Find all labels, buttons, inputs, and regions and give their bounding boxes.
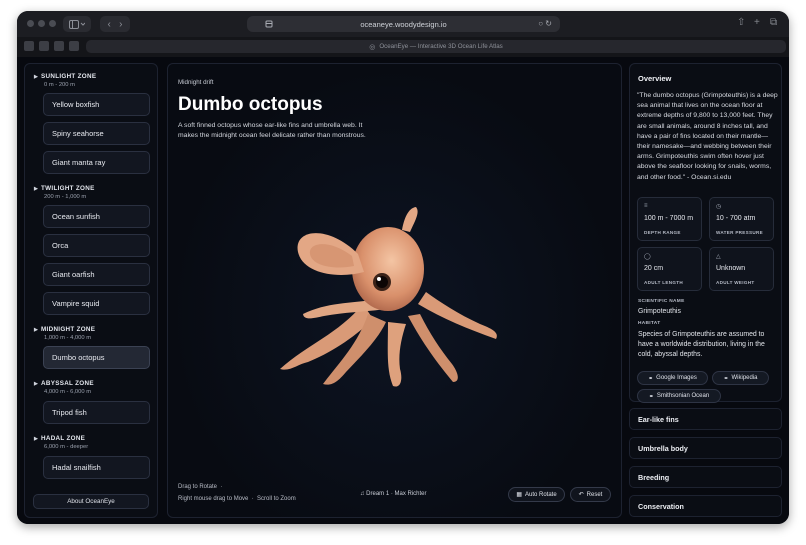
minimize-window-dot[interactable]: [38, 20, 45, 27]
species-button[interactable]: Giant manta ray: [43, 151, 150, 174]
gauge-icon: ◷: [716, 204, 722, 210]
stat-card: ≡ 100 m - 7000 m DEPTH RANGE: [637, 197, 702, 241]
zone-heading[interactable]: ▶ HADAL ZONE: [34, 435, 85, 442]
reset-button[interactable]: ↶ Reset: [570, 487, 611, 502]
zone-marker-icon: ▶: [34, 74, 39, 80]
sidebar-toggle-button[interactable]: [63, 16, 91, 32]
accordion-conservation[interactable]: Conservation: [629, 495, 782, 517]
model-viewer[interactable]: Midnight drift Dumbo octopus A soft finn…: [167, 63, 622, 518]
music-note-icon: ♫: [360, 491, 365, 497]
scientific-name: Grimpoteuthis: [638, 308, 681, 315]
zone-marker-icon: ▶: [34, 186, 39, 192]
reload-icon[interactable]: ○︎ ↻: [538, 19, 552, 28]
zone-heading[interactable]: ▶ SUNLIGHT ZONE: [34, 73, 96, 80]
move-zoom-hint: Right mouse drag to Move · Scroll to Zoo…: [178, 496, 296, 502]
back-forward-buttons[interactable]: ‹ ›: [100, 16, 130, 32]
google-images-link[interactable]: ⚭ Google Images: [637, 371, 708, 385]
pinned-tab-icon[interactable]: [54, 41, 64, 51]
page-content: ▶ SUNLIGHT ZONE 0 m - 200 m Yellow boxfis…: [17, 57, 789, 524]
overview-panel: Overview "The dumbo octopus (Grimpoteuth…: [629, 63, 782, 403]
overview-heading: Overview: [638, 74, 672, 83]
pinned-tab-icon[interactable]: [69, 41, 79, 51]
smithsonian-link[interactable]: ⚭ Smithsonian Ocean: [637, 389, 721, 403]
tab-overview-icon[interactable]: ⧉: [770, 17, 777, 28]
overview-quote: "The dumbo octopus (Grimpoteuthis) is a …: [637, 92, 778, 181]
share-icon[interactable]: ⇧: [737, 17, 745, 28]
zone-kicker: Midnight drift: [178, 79, 214, 86]
accordion-breeding[interactable]: Breeding: [629, 466, 782, 488]
link-icon: ⚭: [723, 375, 729, 382]
undo-icon: ↶: [578, 492, 584, 498]
species-button[interactable]: Spiny seahorse: [43, 122, 150, 145]
zone-range: 0 m - 200 m: [44, 82, 75, 88]
back-icon[interactable]: ‹: [107, 19, 110, 30]
species-button[interactable]: Vampire squid: [43, 292, 150, 315]
zone-range: 4,000 m - 6,000 m: [44, 389, 92, 395]
zoom-window-dot[interactable]: [49, 20, 56, 27]
species-title: Dumbo octopus: [178, 94, 323, 115]
zone-heading[interactable]: ▶ ABYSSAL ZONE: [34, 380, 94, 387]
ruler-icon: ≡: [644, 203, 648, 209]
link-icon: ⚭: [648, 375, 654, 382]
zone-range: 1,000 m - 4,000 m: [44, 335, 92, 341]
stat-card: ◷ 10 - 700 atm WATER PRESSURE: [709, 197, 774, 241]
forward-icon[interactable]: ›: [119, 19, 122, 30]
species-description: A soft finned octopus whose ear-like fin…: [178, 122, 366, 139]
rotate-hint: Drag to Rotate ·: [178, 484, 223, 490]
grid-icon: ▦: [516, 492, 522, 498]
accordion-ear-like-fins[interactable]: Ear-like fins: [629, 408, 782, 430]
species-button[interactable]: Hadal snailfish: [43, 456, 150, 479]
page-settings-icon[interactable]: [265, 20, 273, 28]
zone-heading[interactable]: ▶ TWILIGHT ZONE: [34, 185, 95, 192]
tab-favicon: ◎: [369, 43, 376, 51]
tab-active[interactable]: ◎ OceanEye — Interactive 3D Ocean Life A…: [86, 40, 786, 53]
sidebar-icon: [69, 19, 85, 29]
stat-card: ◯ 20 cm ADULT LENGTH: [637, 247, 702, 291]
zone-marker-icon: ▶: [34, 381, 39, 387]
species-button[interactable]: Yellow boxfish: [43, 93, 150, 116]
auto-rotate-button[interactable]: ▦ Auto Rotate: [508, 487, 565, 502]
pinned-tab-icon[interactable]: [24, 41, 34, 51]
browser-toolbar: ‹ › oceaneye.woodydesign.io ○︎ ↻ ⇧ + ⧉: [17, 11, 789, 37]
habitat-label: HABITAT: [638, 321, 661, 326]
zone-sidebar: ▶ SUNLIGHT ZONE 0 m - 200 m Yellow boxfis…: [24, 63, 158, 518]
zone-marker-icon: ▶: [34, 436, 39, 442]
accordion-umbrella-body[interactable]: Umbrella body: [629, 437, 782, 459]
stat-card: △ Unknown ADULT WEIGHT: [709, 247, 774, 291]
close-window-dot[interactable]: [27, 20, 34, 27]
scientific-name-label: SCIENTIFIC NAME: [638, 299, 685, 304]
species-button[interactable]: Tripod fish: [43, 401, 150, 424]
tab-title: OceanEye — Interactive 3D Ocean Life Atl…: [379, 43, 503, 50]
species-button[interactable]: Orca: [43, 234, 150, 257]
about-button[interactable]: About OceanEye: [33, 494, 149, 509]
wikipedia-link[interactable]: ⚭ Wikipedia: [712, 371, 769, 385]
address-bar[interactable]: oceaneye.woodydesign.io ○︎ ↻: [247, 16, 560, 32]
species-button-active[interactable]: Dumbo octopus: [43, 346, 150, 369]
species-button[interactable]: Giant oarfish: [43, 263, 150, 286]
weight-icon: △: [716, 254, 721, 260]
zone-heading[interactable]: ▶ MIDNIGHT ZONE: [34, 326, 95, 333]
url-text: oceaneye.woodydesign.io: [360, 19, 447, 29]
zone-marker-icon: ▶: [34, 327, 39, 333]
pinned-tab-icon[interactable]: [39, 41, 49, 51]
tag-icon: ◯: [644, 254, 651, 260]
new-tab-icon[interactable]: +: [754, 17, 760, 28]
habitat-text: Species of Grimpoteuthis are assumed to …: [638, 331, 765, 358]
link-icon: ⚭: [648, 393, 654, 400]
zone-range: 6,000 m - deeper: [44, 444, 89, 450]
species-button[interactable]: Ocean sunfish: [43, 205, 150, 228]
tab-bar: ◎ OceanEye — Interactive 3D Ocean Life A…: [17, 37, 789, 57]
music-track[interactable]: ♫ Dream 1 · Max Richter: [360, 491, 427, 497]
dumbo-octopus-model[interactable]: [268, 204, 504, 394]
zone-range: 200 m - 1,000 m: [44, 194, 87, 200]
browser-window: ‹ › oceaneye.woodydesign.io ○︎ ↻ ⇧ + ⧉ ◎…: [17, 11, 789, 524]
